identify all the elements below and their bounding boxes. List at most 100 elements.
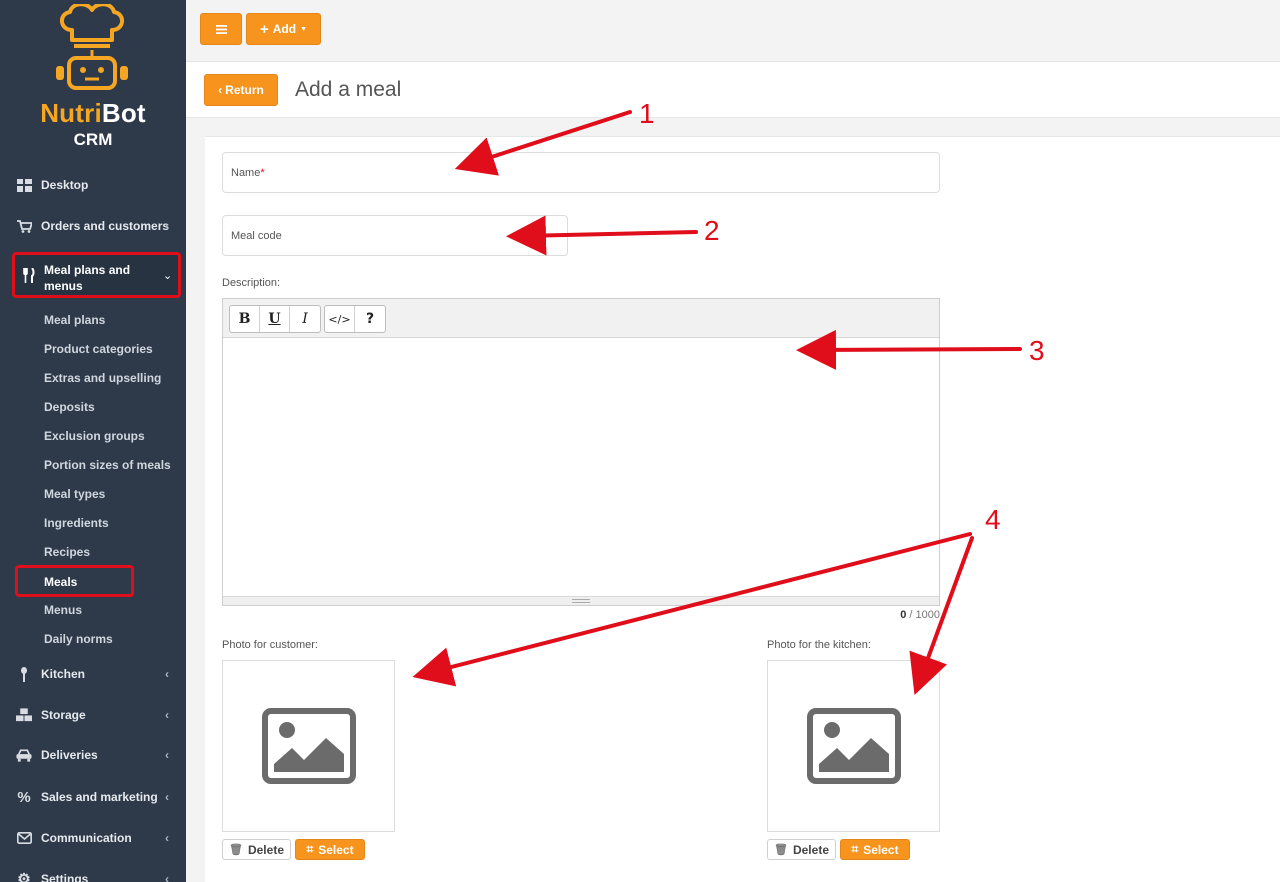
counter-max: / 1000: [906, 609, 940, 621]
chevron-left-icon: ‹: [165, 667, 169, 681]
description-label: Description:: [222, 277, 281, 289]
hamburger-icon: [215, 24, 227, 34]
brand-sub: CRM: [73, 130, 113, 149]
annotation-number-4: 4: [985, 504, 1001, 535]
submenu-item-meal-plans[interactable]: Meal plans: [44, 313, 105, 327]
delete-label: Delete: [792, 842, 829, 857]
submenu-item-exclusion-groups[interactable]: Exclusion groups: [44, 429, 145, 443]
submenu-item-portion-sizes[interactable]: Portion sizes of meals: [44, 458, 171, 472]
car-icon: [16, 747, 32, 763]
description-editor[interactable]: B U I </> ?: [222, 298, 940, 606]
logo[interactable]: NutriBot CRM: [0, 0, 186, 160]
submenu-item-daily-norms[interactable]: Daily norms: [44, 632, 113, 646]
select-kitchen-photo-button[interactable]: ⌗ Select: [840, 839, 910, 860]
sidebar-item-label: Orders and customers: [41, 219, 170, 233]
chevron-left-icon: ‹: [165, 219, 169, 233]
submenu-item-meal-types[interactable]: Meal types: [44, 487, 105, 501]
brand-name-part1: Nutri: [40, 98, 102, 128]
chevron-left-icon: ‹: [165, 748, 169, 762]
sidebar-item-label: Kitchen: [41, 667, 86, 681]
editor-resize-handle[interactable]: [223, 596, 939, 605]
sidebar-item-label: Desktop: [41, 178, 89, 192]
photo-customer-box[interactable]: [222, 660, 395, 832]
sidebar-item-storage[interactable]: Storage ‹: [0, 700, 186, 730]
submenu-item-menus[interactable]: Menus: [44, 603, 82, 617]
delete-label: Delete: [247, 842, 284, 857]
sidebar-item-communication[interactable]: Communication ‹: [0, 823, 186, 853]
plus-icon: +: [259, 20, 269, 38]
menu-toggle-button[interactable]: [200, 13, 242, 45]
sidebar-item-label: Storage: [41, 708, 86, 722]
meal-code-field-label: Meal code: [231, 229, 282, 242]
caret-down-icon: ▼: [300, 25, 308, 33]
dashboard-icon: [16, 177, 32, 193]
cubes-icon: [16, 707, 32, 723]
add-button[interactable]: + Add ▼: [246, 13, 321, 45]
image-placeholder-icon: [806, 708, 901, 784]
utensils-icon: [23, 267, 35, 286]
character-counter: 0 / 1000: [880, 609, 940, 621]
submenu-item-label: Meals: [44, 575, 78, 589]
bold-button[interactable]: B: [230, 306, 260, 332]
submenu-item-recipes[interactable]: Recipes: [44, 545, 90, 559]
spoon-icon: [16, 666, 32, 682]
delete-customer-photo-button[interactable]: 🗑 Delete: [222, 839, 291, 860]
brand-name: NutriBot: [0, 98, 186, 129]
page-header: ‹ Return Add a meal: [186, 62, 1280, 118]
select-label: Select: [863, 842, 899, 857]
meal-code-field[interactable]: Meal code: [222, 215, 568, 256]
name-field[interactable]: Name *: [222, 152, 940, 193]
submenu-item-extras[interactable]: Extras and upselling: [44, 371, 161, 385]
sidebar-item-desktop[interactable]: Desktop: [0, 170, 186, 200]
annotation-number-3: 3: [1029, 335, 1045, 366]
chevron-left-icon: ‹: [218, 83, 223, 97]
help-button[interactable]: ?: [355, 306, 385, 332]
annotation-number-2: 2: [704, 215, 720, 246]
submenu-item-deposits[interactable]: Deposits: [44, 400, 95, 414]
code-view-button[interactable]: </>: [325, 306, 355, 332]
chef-bot-logo-icon: [56, 4, 128, 90]
underline-button[interactable]: U: [260, 306, 290, 332]
chevron-left-icon: ‹: [165, 831, 169, 845]
photo-kitchen-label: Photo for the kitchen:: [767, 639, 871, 651]
sidebar-item-meal-plans[interactable]: Meal plans and menus ⌄: [12, 252, 181, 298]
cart-icon: [16, 218, 32, 234]
annotation-number-1: 1: [639, 98, 655, 129]
sidebar-item-settings[interactable]: ⚙ Settings ‹: [0, 864, 186, 882]
crop-icon: ⌗: [851, 842, 859, 856]
misc-button-group: </> ?: [324, 305, 386, 333]
delete-kitchen-photo-button[interactable]: 🗑 Delete: [767, 839, 836, 860]
sidebar-item-label: Meal plans and menus: [44, 263, 131, 293]
sidebar-item-kitchen[interactable]: Kitchen ‹: [0, 659, 186, 689]
select-customer-photo-button[interactable]: ⌗ Select: [295, 839, 365, 860]
return-button-label: Return: [225, 83, 264, 97]
sidebar: NutriBot CRM Desktop Orders and customer…: [0, 0, 186, 882]
trash-icon: 🗑: [229, 844, 243, 856]
trash-icon: 🗑: [774, 844, 788, 856]
submenu-item-meals[interactable]: Meals: [15, 565, 134, 597]
percent-icon: %: [17, 788, 31, 806]
italic-button[interactable]: I: [290, 306, 320, 332]
crop-icon: ⌗: [306, 842, 314, 856]
gear-icon: ⚙: [17, 871, 31, 882]
return-button[interactable]: ‹ Return: [204, 74, 278, 106]
image-placeholder-icon: [261, 708, 356, 784]
submenu-item-product-categories[interactable]: Product categories: [44, 342, 153, 356]
photo-kitchen-box[interactable]: [767, 660, 940, 832]
select-label: Select: [318, 842, 354, 857]
add-button-label: Add: [272, 22, 297, 36]
chevron-left-icon: ‹: [165, 708, 169, 722]
chevron-left-icon: ‹: [165, 790, 169, 804]
sidebar-item-orders[interactable]: Orders and customers ‹: [0, 211, 186, 241]
name-field-label: Name: [231, 166, 261, 179]
envelope-icon: [16, 830, 32, 846]
top-bar: + Add ▼: [186, 0, 1280, 62]
sidebar-item-label: Settings: [41, 872, 89, 882]
submenu-item-ingredients[interactable]: Ingredients: [44, 516, 109, 530]
sidebar-item-sales[interactable]: % Sales and marketing ‹: [0, 782, 186, 812]
sidebar-item-label: Deliveries: [41, 748, 98, 762]
chevron-left-icon: ‹: [165, 872, 169, 882]
photo-customer-label: Photo for customer:: [222, 639, 318, 651]
sidebar-item-label: Communication: [41, 831, 132, 845]
sidebar-item-deliveries[interactable]: Deliveries ‹: [0, 740, 186, 770]
